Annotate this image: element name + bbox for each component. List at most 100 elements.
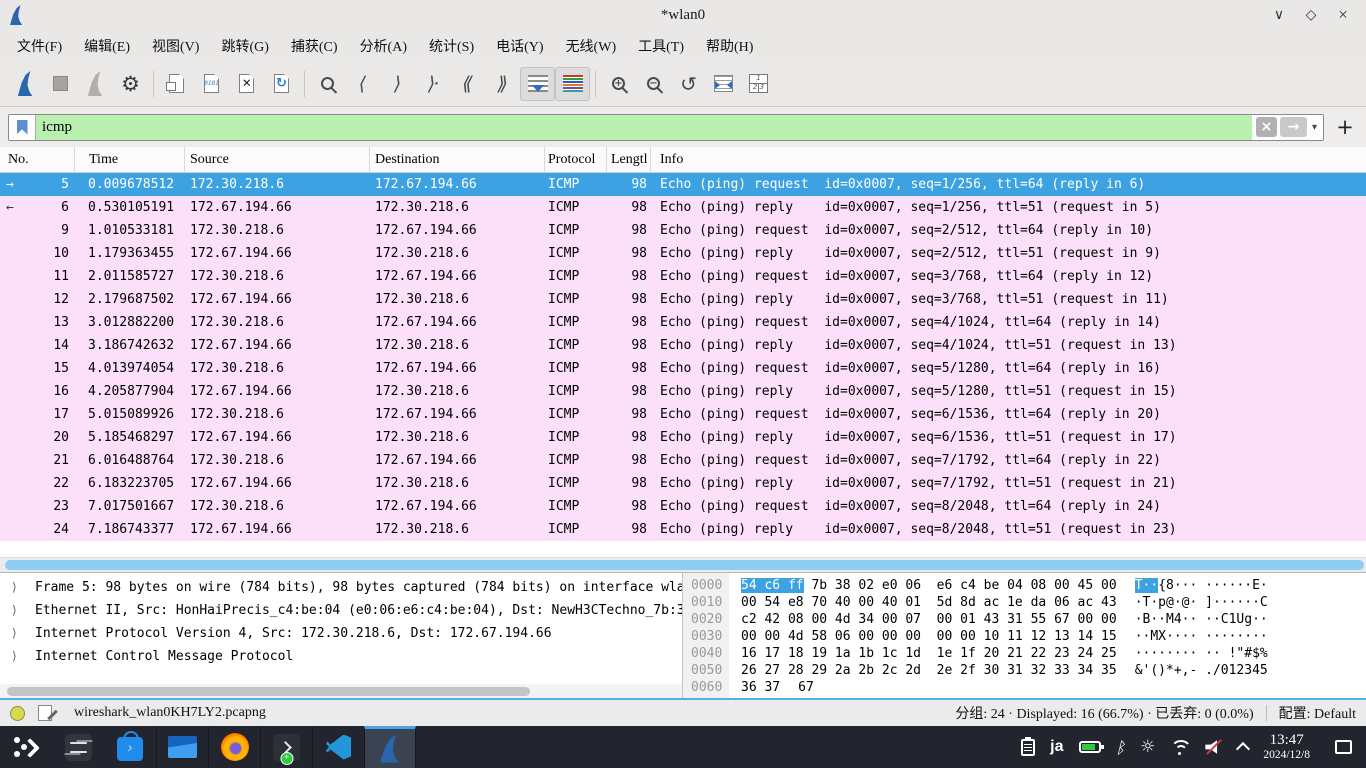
input-method-indicator[interactable]: ja: [1050, 738, 1063, 756]
capture-comment-icon[interactable]: [38, 705, 52, 721]
volume-muted-icon[interactable]: [1205, 739, 1223, 755]
menu-item[interactable]: 文件(F): [6, 32, 73, 60]
filter-apply-button[interactable]: [1280, 117, 1307, 137]
hex-row[interactable]: 0050 26 27 28 29 2a 2b 2c 2d 2e 2f 30 31…: [683, 662, 1366, 679]
packet-row[interactable]: 22 6.183223705 172.67.194.66 172.30.218.…: [0, 472, 1366, 495]
taskbar-terminal-button[interactable]: [260, 726, 312, 768]
hex-ascii[interactable]: ··MX···· ········: [1117, 628, 1268, 645]
go-forward-button[interactable]: [380, 67, 415, 101]
column-header-destination[interactable]: Destination: [370, 147, 545, 172]
menu-item[interactable]: 工具(T): [627, 32, 695, 60]
menu-item[interactable]: 编辑(E): [73, 32, 141, 60]
close-button[interactable]: [1330, 4, 1356, 26]
hex-ascii[interactable]: ········ ·· !"#$%: [1117, 645, 1268, 662]
menu-item[interactable]: 无线(W): [555, 32, 628, 60]
profile-selector[interactable]: 配置: Default: [1279, 703, 1356, 723]
column-header-length[interactable]: Lengtl: [607, 147, 651, 172]
taskbar-wireshark-button[interactable]: [364, 726, 416, 768]
open-file-button[interactable]: [159, 67, 194, 101]
capture-options-button[interactable]: [113, 67, 148, 101]
column-header-time[interactable]: Time: [75, 147, 185, 172]
expand-chevron-icon[interactable]: [12, 622, 17, 645]
maximize-button[interactable]: [1298, 4, 1324, 26]
column-header-protocol[interactable]: Protocol: [545, 147, 607, 172]
expert-info-icon[interactable]: [10, 706, 25, 721]
hex-ascii[interactable]: ·T·p@·@· ]······C: [1117, 594, 1268, 611]
hex-ascii[interactable]: &'()*+,- ./012345: [1117, 662, 1268, 679]
expand-chevron-icon[interactable]: [12, 645, 17, 668]
hex-row[interactable]: 0060 36 37 67: [683, 679, 1366, 696]
packet-row[interactable]: 10 1.179363455 172.67.194.66 172.30.218.…: [0, 242, 1366, 265]
close-file-button[interactable]: [229, 67, 264, 101]
taskbar-app-store-button[interactable]: [104, 726, 156, 768]
taskbar-launcher-button[interactable]: [0, 726, 52, 768]
go-to-packet-button[interactable]: [415, 67, 450, 101]
hex-bytes[interactable]: 36 37: [729, 679, 780, 696]
show-desktop-button[interactable]: [1335, 740, 1352, 754]
filter-bookmark-button[interactable]: [9, 115, 36, 140]
detail-tree-row[interactable]: Frame 5: 98 bytes on wire (784 bits), 98…: [0, 576, 682, 599]
packet-row[interactable]: 12 2.179687502 172.67.194.66 172.30.218.…: [0, 288, 1366, 311]
go-back-button[interactable]: [345, 67, 380, 101]
resize-columns-button[interactable]: [706, 67, 741, 101]
menu-item[interactable]: 分析(A): [349, 32, 418, 60]
find-packet-button[interactable]: [310, 67, 345, 101]
filter-dropdown-caret[interactable]: [1310, 122, 1319, 133]
zoom-out-button[interactable]: [636, 67, 671, 101]
filter-clear-button[interactable]: [1256, 117, 1277, 137]
column-header-no[interactable]: No.: [0, 147, 75, 172]
detail-tree-row[interactable]: Internet Control Message Protocol: [0, 645, 682, 668]
menu-item[interactable]: 帮助(H): [695, 32, 764, 60]
zoom-in-button[interactable]: [601, 67, 636, 101]
save-file-button[interactable]: [194, 67, 229, 101]
hex-row[interactable]: 0000 54 c6 ff 7b 38 02 e0 06 e6 c4 be 04…: [683, 577, 1366, 594]
packet-row[interactable]: 21 6.016488764 172.30.218.6 172.67.194.6…: [0, 449, 1366, 472]
details-hscrollbar[interactable]: [0, 684, 682, 698]
menu-item[interactable]: 电话(Y): [485, 32, 554, 60]
detail-tree-row[interactable]: Ethernet II, Src: HonHaiPrecis_c4:be:04 …: [0, 599, 682, 622]
menu-item[interactable]: 捕获(C): [280, 32, 349, 60]
clock[interactable]: 13:47 2024/12/8: [1263, 732, 1310, 761]
packet-row[interactable]: 11 2.011585727 172.30.218.6 172.67.194.6…: [0, 265, 1366, 288]
colorize-toggle[interactable]: [555, 67, 590, 101]
menu-item[interactable]: 视图(V): [141, 32, 210, 60]
bluetooth-icon[interactable]: [1116, 738, 1126, 757]
taskbar-firefox-button[interactable]: [208, 726, 260, 768]
hex-row[interactable]: 0020 c2 42 08 00 4d 34 00 07 00 01 43 31…: [683, 611, 1366, 628]
detail-tree-row[interactable]: Internet Protocol Version 4, Src: 172.30…: [0, 622, 682, 645]
battery-icon[interactable]: [1079, 741, 1101, 753]
hex-bytes[interactable]: 26 27 28 29 2a 2b 2c 2d 2e 2f 30 31 32 3…: [729, 662, 1117, 679]
restart-capture-button[interactable]: [78, 67, 113, 101]
packet-row[interactable]: 13 3.012882200 172.30.218.6 172.67.194.6…: [0, 311, 1366, 334]
display-filter-input[interactable]: [36, 115, 1252, 140]
reload-file-button[interactable]: [264, 67, 299, 101]
taskbar-settings-button[interactable]: [52, 726, 104, 768]
wifi-icon[interactable]: [1170, 740, 1190, 755]
go-last-button[interactable]: [485, 67, 520, 101]
packet-row[interactable]: 15 4.013974054 172.30.218.6 172.67.194.6…: [0, 357, 1366, 380]
menu-item[interactable]: 统计(S): [418, 32, 485, 60]
packet-row[interactable]: ←6 0.530105191 172.67.194.66 172.30.218.…: [0, 196, 1366, 219]
tray-expand-icon[interactable]: [1236, 742, 1250, 756]
expand-chevron-icon[interactable]: [12, 599, 17, 622]
hex-ascii[interactable]: ·B··M4·· ··C1Ug··: [1117, 611, 1268, 628]
minimize-button[interactable]: [1266, 4, 1292, 26]
column-header-info[interactable]: Info: [651, 147, 1366, 172]
filter-add-button[interactable]: [1332, 115, 1358, 139]
hex-row[interactable]: 0010 00 54 e8 70 40 00 40 01 5d 8d ac 1e…: [683, 594, 1366, 611]
details-hscrollbar-thumb[interactable]: [7, 687, 530, 696]
go-first-button[interactable]: [450, 67, 485, 101]
expand-chevron-icon[interactable]: [12, 576, 17, 599]
zoom-reset-button[interactable]: [671, 67, 706, 101]
packet-row[interactable]: 9 1.010533181 172.30.218.6 172.67.194.66…: [0, 219, 1366, 242]
start-capture-button[interactable]: [8, 67, 43, 101]
hex-bytes[interactable]: c2 42 08 00 4d 34 00 07 00 01 43 31 55 6…: [729, 611, 1117, 628]
stop-capture-button[interactable]: [43, 67, 78, 101]
hex-bytes[interactable]: 16 17 18 19 1a 1b 1c 1d 1e 1f 20 21 22 2…: [729, 645, 1117, 662]
auto-scroll-toggle[interactable]: [520, 67, 555, 101]
packet-row[interactable]: →5 0.009678512 172.30.218.6 172.67.194.6…: [0, 173, 1366, 196]
taskbar-vscode-button[interactable]: [312, 726, 364, 768]
packet-row[interactable]: 17 5.015089926 172.30.218.6 172.67.194.6…: [0, 403, 1366, 426]
packet-row[interactable]: 20 5.185468297 172.67.194.66 172.30.218.…: [0, 426, 1366, 449]
packet-row[interactable]: 14 3.186742632 172.67.194.66 172.30.218.…: [0, 334, 1366, 357]
